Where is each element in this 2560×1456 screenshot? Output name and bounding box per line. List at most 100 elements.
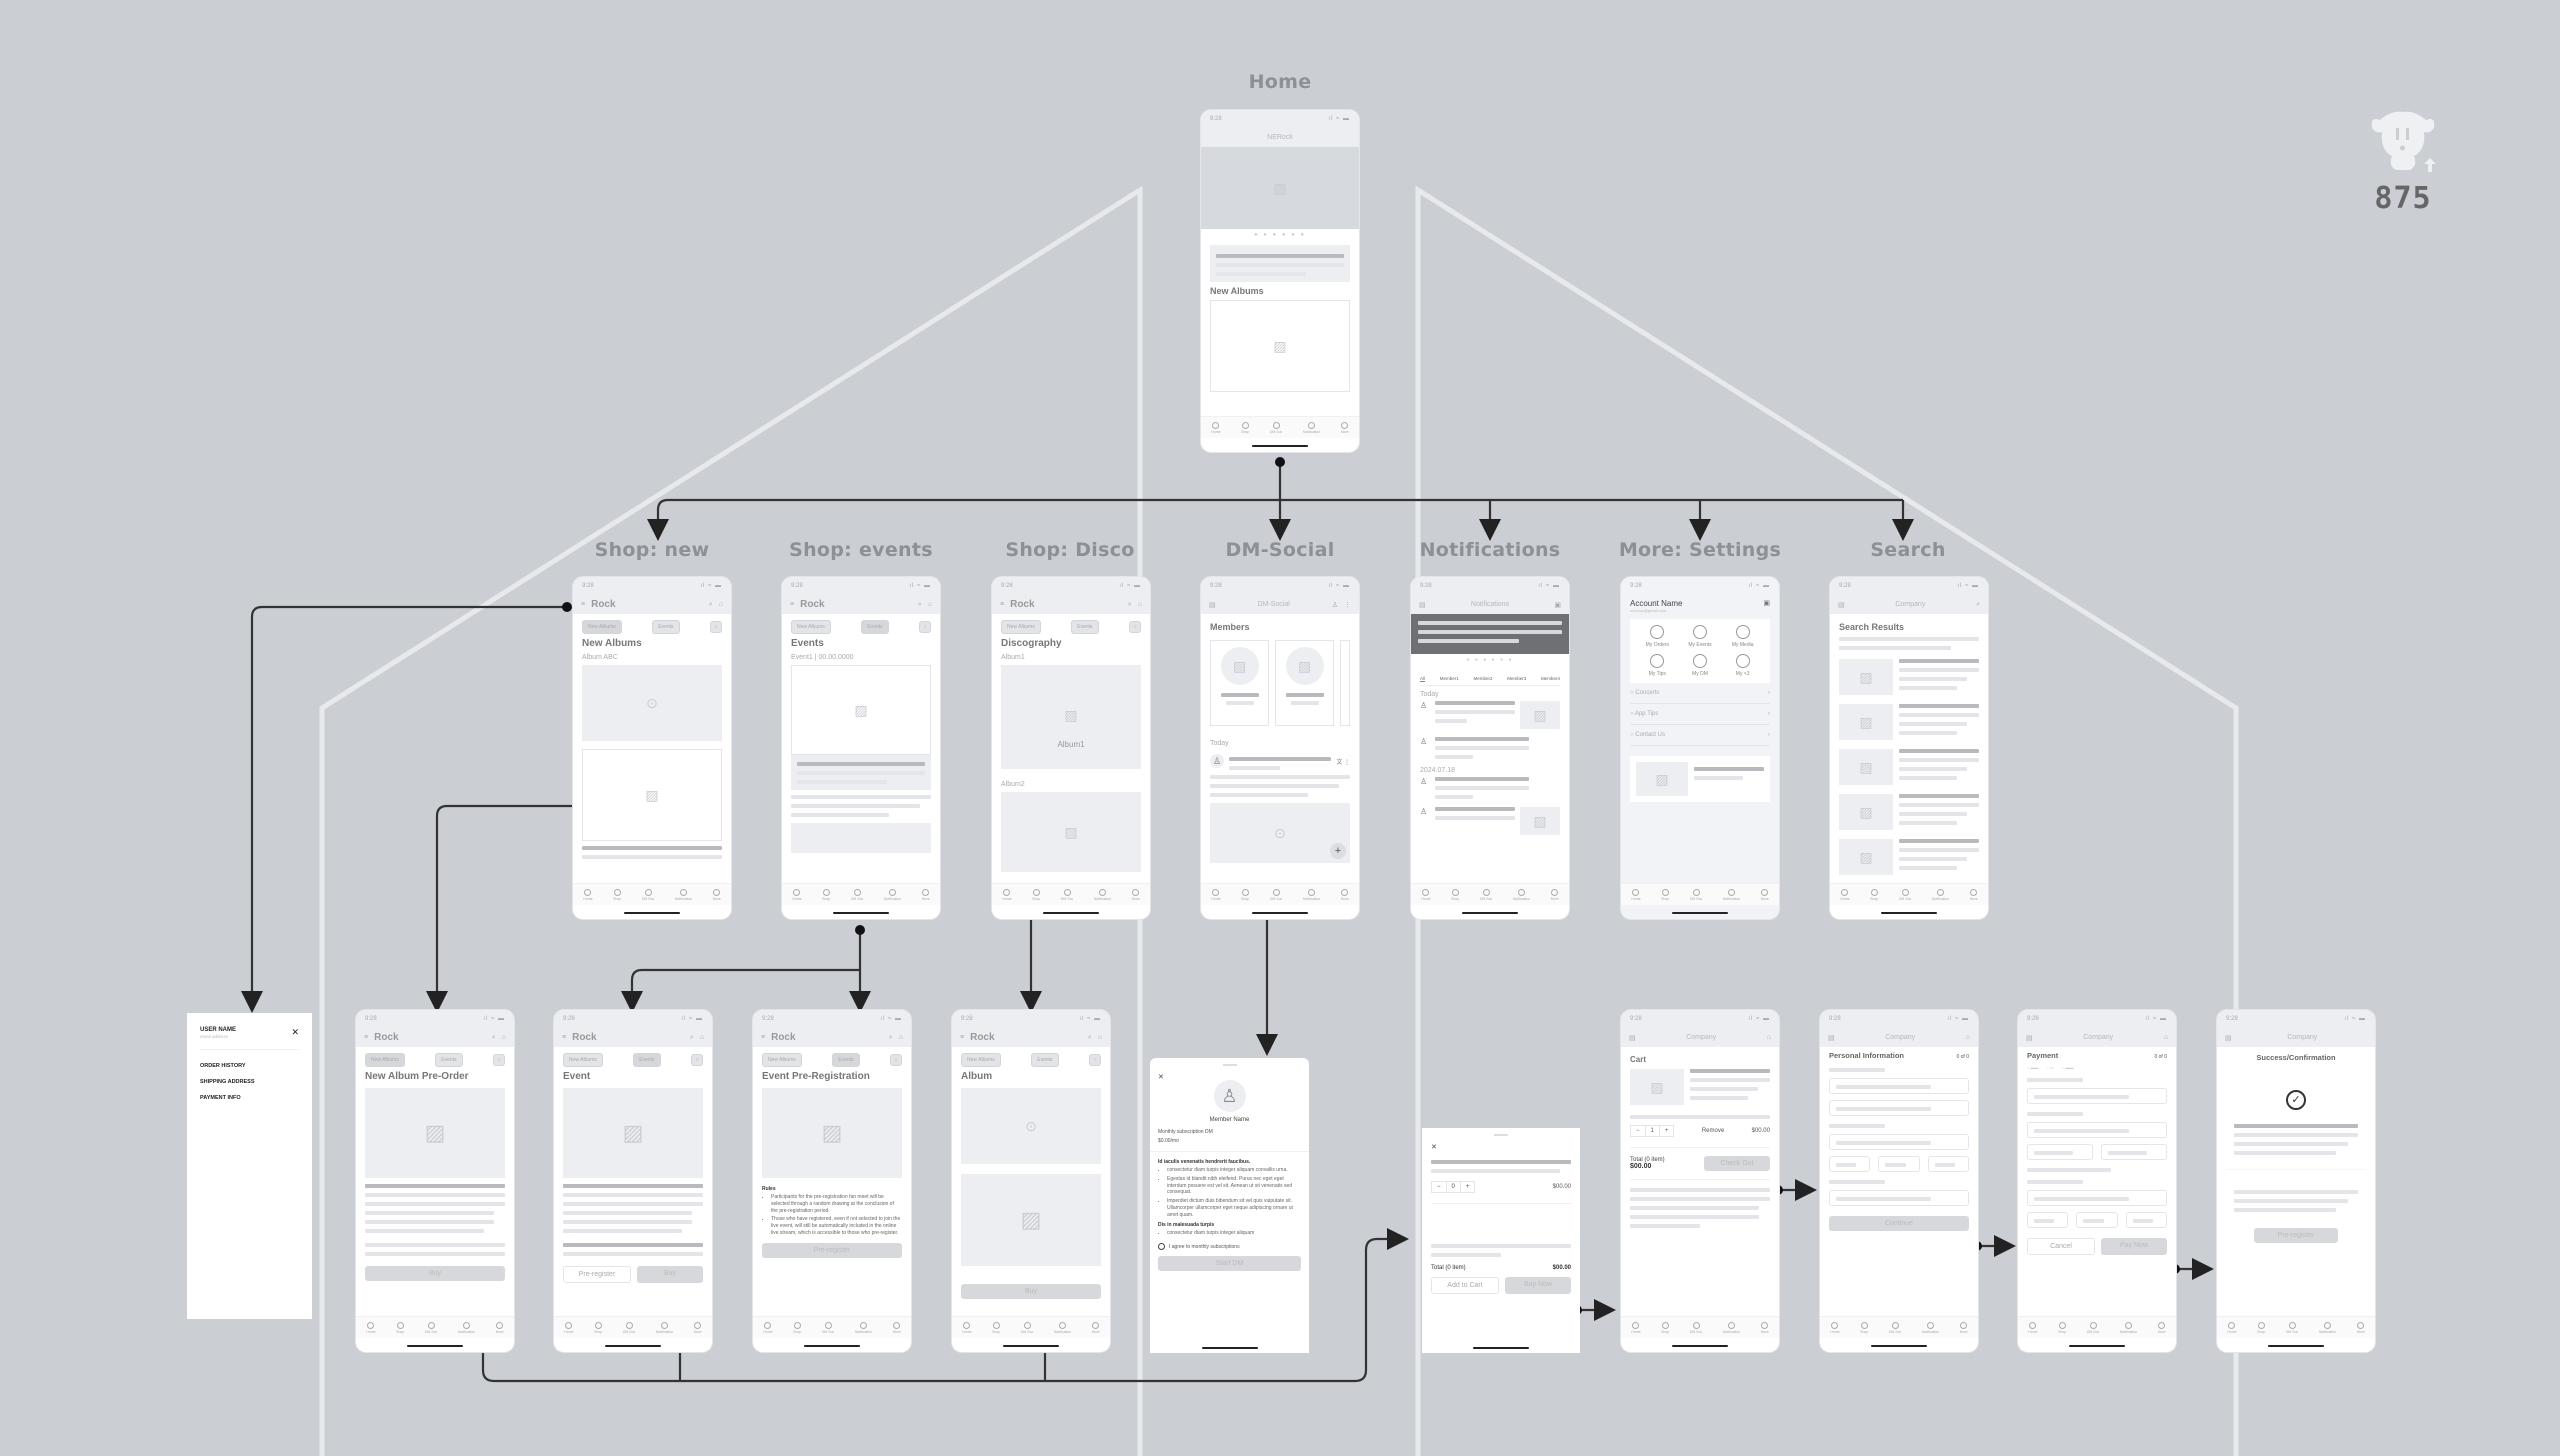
chip-new-albums[interactable]: New Albums bbox=[563, 1053, 603, 1067]
announcement-banner[interactable] bbox=[1411, 614, 1569, 654]
tab-home[interactable]: Home bbox=[2227, 1321, 2237, 1334]
cart-icon[interactable]: ⌂ bbox=[1767, 1034, 1771, 1041]
tab-more[interactable]: More bbox=[1960, 1321, 1968, 1334]
cart-icon[interactable]: ⌂ bbox=[2164, 1034, 2168, 1041]
tab-shop[interactable]: Shop bbox=[1241, 888, 1249, 901]
tab-more[interactable]: More bbox=[1092, 1321, 1100, 1334]
more-icon[interactable]: ○ bbox=[1089, 1054, 1101, 1066]
form-field[interactable] bbox=[1829, 1134, 1969, 1150]
buy-now-button[interactable]: Buy Now bbox=[1505, 1277, 1571, 1294]
tab-dm-social[interactable]: DM Soc bbox=[1690, 1321, 1702, 1334]
tab-dm-social[interactable]: DM Soc bbox=[1889, 1321, 1901, 1334]
tab-more[interactable]: More bbox=[1761, 1321, 1769, 1334]
tab-home[interactable]: Home bbox=[366, 1321, 376, 1334]
carousel-dots[interactable]: ● ● ● ● ● ● bbox=[1201, 232, 1359, 238]
menu-shipping-address[interactable]: SHIPPING ADDRESS bbox=[200, 1074, 299, 1090]
tab-more[interactable]: More bbox=[1551, 888, 1559, 901]
search-icon[interactable]: ⌕ bbox=[1976, 601, 1980, 609]
chip-events[interactable]: Events bbox=[435, 1053, 463, 1067]
tab-notification[interactable]: Notification bbox=[1723, 888, 1740, 901]
search-result-item[interactable]: ▨ bbox=[1839, 659, 1979, 695]
video-player[interactable]: ⊙ bbox=[961, 1088, 1101, 1164]
tab-home[interactable]: Home bbox=[1002, 888, 1012, 901]
more-icon[interactable]: ○ bbox=[890, 1054, 902, 1066]
search-result-item[interactable]: ▨ bbox=[1839, 794, 1979, 830]
tab-notification[interactable]: Notification bbox=[884, 888, 901, 901]
checkout-button[interactable]: Check Out bbox=[1704, 1156, 1770, 1171]
decrement-button[interactable]: − bbox=[1432, 1182, 1447, 1192]
tab-dm-social[interactable]: DM Soc bbox=[425, 1321, 437, 1334]
shortcut-my-likes[interactable]: My <3 bbox=[1721, 654, 1764, 677]
search-icon[interactable]: ⌕ bbox=[690, 1034, 694, 1042]
search-icon[interactable]: ⌕ bbox=[1128, 601, 1132, 609]
tab-home[interactable]: Home bbox=[1840, 888, 1850, 901]
chip-new-albums[interactable]: New Albums bbox=[762, 1053, 802, 1067]
tab-home[interactable]: Home bbox=[564, 1321, 574, 1334]
tab-dm-social[interactable]: DM Soc bbox=[1270, 888, 1282, 901]
buy-button[interactable]: Buy bbox=[637, 1266, 703, 1283]
more-icon[interactable]: ○ bbox=[691, 1054, 703, 1066]
chip-new-albums[interactable]: New Albums bbox=[582, 620, 622, 634]
hero-banner[interactable]: ▨ bbox=[1201, 147, 1359, 229]
notification-item[interactable]: ♙ bbox=[1420, 777, 1560, 799]
tab-dm-social[interactable]: DM Soc bbox=[1061, 888, 1073, 901]
chip-new-albums[interactable]: New Albums bbox=[961, 1053, 1001, 1067]
continue-button[interactable]: Continue bbox=[1829, 1216, 1969, 1231]
tab-notification[interactable]: Notification bbox=[1513, 888, 1530, 901]
filter-all[interactable]: All bbox=[1420, 676, 1426, 682]
album2-card[interactable]: ▨ bbox=[1001, 792, 1141, 872]
tab-notification[interactable]: Notification bbox=[675, 888, 692, 901]
form-field[interactable] bbox=[1829, 1078, 1969, 1094]
tab-shop[interactable]: Shop bbox=[992, 1321, 1000, 1334]
tab-notification[interactable]: Notification bbox=[656, 1321, 673, 1334]
profile-icon[interactable]: ♙ bbox=[1332, 601, 1338, 609]
hamburger-icon[interactable]: ≡ bbox=[761, 1034, 765, 1041]
tab-more[interactable]: More bbox=[713, 888, 721, 901]
tab-dm-social[interactable]: DM Soc bbox=[1480, 888, 1492, 901]
form-field[interactable] bbox=[2027, 1122, 2167, 1138]
tab-home[interactable]: Home bbox=[763, 1321, 773, 1334]
tab-home[interactable]: Home bbox=[792, 888, 802, 901]
form-field[interactable] bbox=[1927, 1156, 1969, 1172]
tab-home[interactable]: Home bbox=[962, 1321, 972, 1334]
tab-notification[interactable]: Notification bbox=[855, 1321, 872, 1334]
tab-shop[interactable]: Shop bbox=[1241, 421, 1249, 434]
tab-shop[interactable]: Shop bbox=[594, 1321, 602, 1334]
close-icon[interactable]: ✕ bbox=[291, 1027, 299, 1039]
tab-more[interactable]: More bbox=[1132, 888, 1140, 901]
tab-more[interactable]: More bbox=[1341, 421, 1349, 434]
menu-order-history[interactable]: ORDER HISTORY bbox=[200, 1058, 299, 1074]
compose-fab[interactable]: + bbox=[1330, 843, 1346, 859]
more-icon[interactable]: ○ bbox=[710, 621, 722, 633]
member-card[interactable]: ▨ bbox=[1275, 640, 1335, 726]
close-icon[interactable]: ✕ bbox=[1158, 1074, 1164, 1081]
menu-payment-info[interactable]: PAYMENT INFO bbox=[200, 1090, 299, 1106]
hamburger-icon[interactable]: ≡ bbox=[562, 1034, 566, 1041]
form-field[interactable] bbox=[1829, 1100, 1969, 1116]
tab-shop[interactable]: Shop bbox=[2058, 1321, 2066, 1334]
menu-app-tips[interactable]: ○ App Tips › bbox=[1630, 704, 1770, 725]
start-dm-button[interactable]: Start DM bbox=[1158, 1256, 1301, 1271]
hamburger-icon[interactable]: ≡ bbox=[581, 601, 585, 608]
increment-button[interactable]: + bbox=[1459, 1182, 1475, 1192]
cart-icon[interactable]: ⌂ bbox=[700, 1034, 704, 1041]
add-to-cart-button[interactable]: Add to Cart bbox=[1431, 1277, 1499, 1294]
cart-icon[interactable]: ⌂ bbox=[1966, 1034, 1970, 1041]
calendar-icon[interactable]: ▤ bbox=[1828, 1034, 1835, 1042]
tab-home[interactable]: Home bbox=[1830, 1321, 1840, 1334]
form-field[interactable] bbox=[2027, 1190, 2167, 1206]
tab-home[interactable]: Home bbox=[1211, 888, 1221, 901]
tab-dm-social[interactable]: DM Soc bbox=[642, 888, 654, 901]
search-icon[interactable]: ⌕ bbox=[709, 601, 713, 609]
calendar-icon[interactable]: ▤ bbox=[1419, 601, 1426, 609]
tab-notification[interactable]: Notification bbox=[1932, 888, 1949, 901]
form-field[interactable] bbox=[1829, 1190, 1969, 1206]
form-field[interactable] bbox=[2076, 1212, 2118, 1228]
filter-member2[interactable]: Member2 bbox=[1473, 676, 1492, 682]
chip-events[interactable]: Events bbox=[633, 1053, 661, 1067]
album-card[interactable]: ▨ bbox=[582, 749, 722, 841]
form-field[interactable] bbox=[1878, 1156, 1920, 1172]
tab-shop[interactable]: Shop bbox=[613, 888, 621, 901]
kebab-icon[interactable]: ⋮ bbox=[1344, 601, 1351, 609]
tab-more[interactable]: More bbox=[496, 1321, 504, 1334]
